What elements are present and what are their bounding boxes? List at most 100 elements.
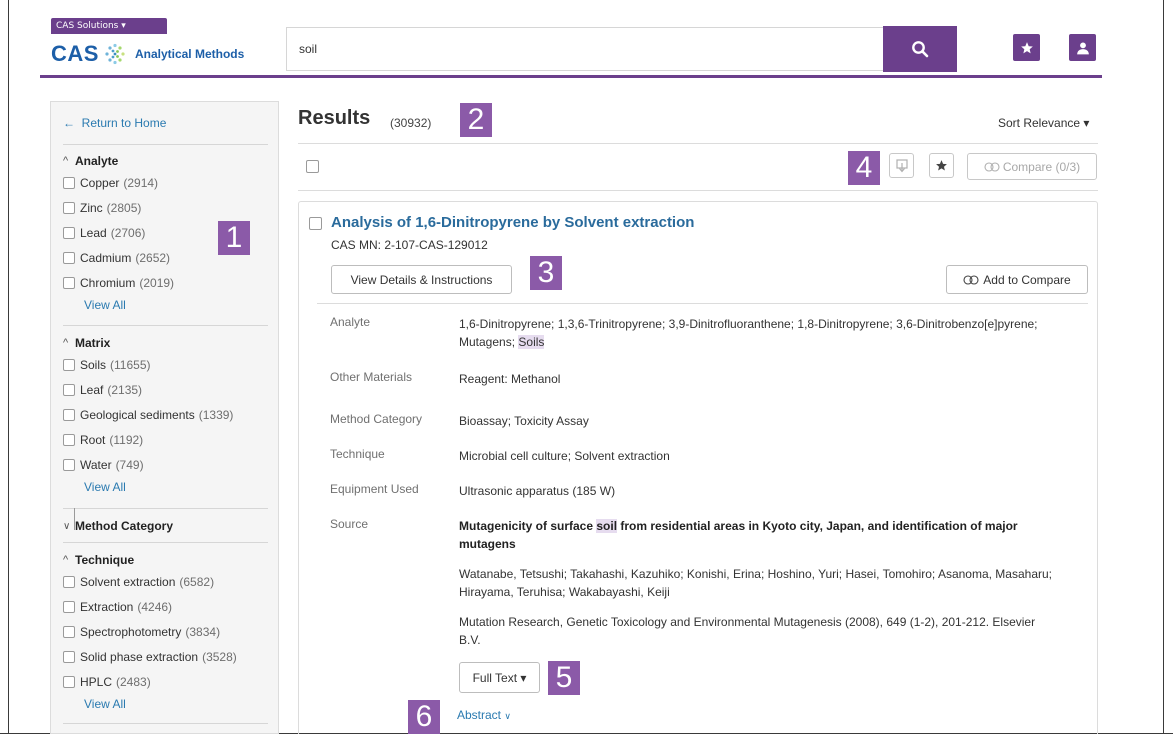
select-all-checkbox[interactable]: [306, 160, 319, 173]
filter-sidebar: ← Return to Home ^ Analyte Copper (2914) Z…: [50, 101, 279, 734]
cas-logo-mark-icon: [105, 43, 125, 65]
abstract-label: Abstract: [457, 708, 502, 722]
checkbox[interactable]: [63, 675, 75, 688]
view-all-matrix-link[interactable]: View All: [84, 477, 268, 497]
results-title: Results: [298, 107, 371, 129]
filter-option[interactable]: Chromium (2019): [63, 270, 268, 295]
divider: [63, 723, 268, 724]
return-to-home-link[interactable]: ← Return to Home: [63, 116, 166, 130]
search-highlight: Soils: [518, 335, 545, 349]
option-count: (2483): [116, 674, 151, 689]
favorites-button[interactable]: [1013, 34, 1040, 61]
checkbox[interactable]: [63, 276, 75, 289]
filter-option[interactable]: Water (749): [63, 452, 268, 477]
callout-badge: 2: [460, 103, 492, 137]
results-toolbar: Compare (0/3): [298, 143, 1098, 191]
facet-technique-header[interactable]: ^ Technique: [63, 551, 268, 569]
result-select-checkbox[interactable]: [309, 217, 322, 230]
return-to-home-label: Return to Home: [81, 116, 167, 130]
result-title-link[interactable]: Analysis of 1,6-Dinitropyrene by Solvent…: [331, 214, 694, 231]
view-all-analyte-link[interactable]: View All: [84, 295, 268, 315]
filter-option[interactable]: Zinc (2805): [63, 195, 268, 220]
checkbox[interactable]: [63, 408, 75, 421]
checkbox[interactable]: [63, 433, 75, 446]
search-input[interactable]: soil: [286, 27, 884, 71]
checkbox[interactable]: [63, 650, 75, 663]
option-count: (11655): [110, 357, 151, 372]
source-authors: Watanabe, Tetsushi; Takahashi, Kazuhiko;…: [459, 567, 1052, 599]
filter-option[interactable]: Soils (11655): [63, 352, 268, 377]
field-label-analyte: Analyte: [330, 315, 371, 329]
header: CAS Solutions ▾ CAS Analytical Methods s…: [40, 18, 1102, 78]
view-details-button[interactable]: View Details & Instructions: [331, 265, 512, 294]
header-divider: [40, 75, 1102, 78]
facet-technique: ^ Technique Solvent extraction (6582) Extr…: [63, 551, 268, 714]
divider: [63, 542, 268, 543]
option-label: Solvent extraction: [80, 574, 176, 589]
arrow-left-icon: ←: [63, 116, 75, 130]
option-label: Water: [80, 457, 112, 472]
source-title[interactable]: Mutagenicity of surface soil from reside…: [459, 517, 1059, 553]
checkbox[interactable]: [63, 251, 75, 264]
facet-title: Technique: [75, 553, 135, 567]
filter-option[interactable]: Extraction (4246): [63, 594, 268, 619]
option-label: Extraction: [80, 599, 134, 614]
checkbox[interactable]: [63, 176, 75, 189]
facet-title: Method Category: [75, 519, 174, 533]
filter-option[interactable]: Root (1192): [63, 427, 268, 452]
full-text-button[interactable]: Full Text ▾: [459, 662, 540, 693]
option-count: (4246): [137, 599, 173, 614]
filter-option[interactable]: Geological sediments (1339): [63, 402, 268, 427]
star-icon: [936, 160, 947, 171]
sort-dropdown[interactable]: Sort Relevance ▾: [998, 116, 1089, 130]
option-label: Copper: [80, 175, 120, 190]
field-value-other-materials: Reagent: Methanol: [459, 372, 561, 386]
checkbox[interactable]: [63, 226, 75, 239]
user-account-button[interactable]: [1069, 34, 1096, 61]
divider-vertical: [74, 508, 75, 530]
checkbox[interactable]: [63, 201, 75, 214]
checkbox[interactable]: [63, 383, 75, 396]
cas-solutions-menu[interactable]: CAS Solutions ▾: [51, 18, 167, 34]
full-text-label: Full Text: [472, 670, 518, 685]
sort-label: Sort Relevance: [998, 116, 1081, 130]
facet-matrix-header[interactable]: ^ Matrix: [63, 334, 268, 352]
filter-option[interactable]: Copper (2914): [63, 170, 268, 195]
checkbox[interactable]: [63, 600, 75, 613]
option-count: (1339): [198, 407, 234, 422]
add-to-compare-button[interactable]: Add to Compare: [946, 265, 1088, 294]
checkbox[interactable]: [63, 458, 75, 471]
field-label-other-materials: Other Materials: [330, 370, 413, 384]
compare-icon: [984, 161, 1000, 172]
checkbox[interactable]: [63, 575, 75, 588]
cas-logo[interactable]: CAS Analytical Methods: [51, 41, 244, 66]
field-label-source: Source: [330, 517, 369, 531]
user-icon: [1076, 41, 1089, 54]
compare-button[interactable]: Compare (0/3): [967, 153, 1097, 180]
chevron-up-icon: ^: [63, 554, 69, 566]
facet-method-category-header[interactable]: ∨ Method Category: [63, 517, 173, 535]
checkbox[interactable]: [63, 358, 75, 371]
option-label: Chromium: [80, 275, 136, 290]
search-button[interactable]: [883, 26, 957, 72]
cas-method-number: CAS MN: 2-107-CAS-129012: [331, 238, 488, 252]
option-count: (2019): [139, 275, 175, 290]
filter-option[interactable]: HPLC (2483): [63, 669, 268, 694]
divider: [317, 303, 1088, 304]
abstract-toggle-link[interactable]: Abstract ∨: [457, 708, 511, 722]
option-count: (2652): [135, 250, 171, 265]
export-button[interactable]: [889, 153, 914, 178]
view-all-technique-link[interactable]: View All: [84, 694, 268, 714]
facet-title: Matrix: [75, 336, 111, 350]
save-favorite-button[interactable]: [929, 153, 954, 178]
filter-option[interactable]: Solvent extraction (6582): [63, 569, 268, 594]
filter-option[interactable]: Solid phase extraction (3528): [63, 644, 268, 669]
filter-option[interactable]: Leaf (2135): [63, 377, 268, 402]
logo-text: CAS: [51, 41, 99, 66]
checkbox[interactable]: [63, 625, 75, 638]
facet-analyte-header[interactable]: ^ Analyte: [63, 152, 268, 170]
caret-down-icon: ▾: [1083, 116, 1090, 130]
filter-option[interactable]: Spectrophotometry (3834): [63, 619, 268, 644]
field-value-analyte: 1,6-Dinitropyrene; 1,3,6-Trinitropyrene;…: [459, 315, 1059, 351]
callout-badge: 1: [218, 221, 250, 255]
